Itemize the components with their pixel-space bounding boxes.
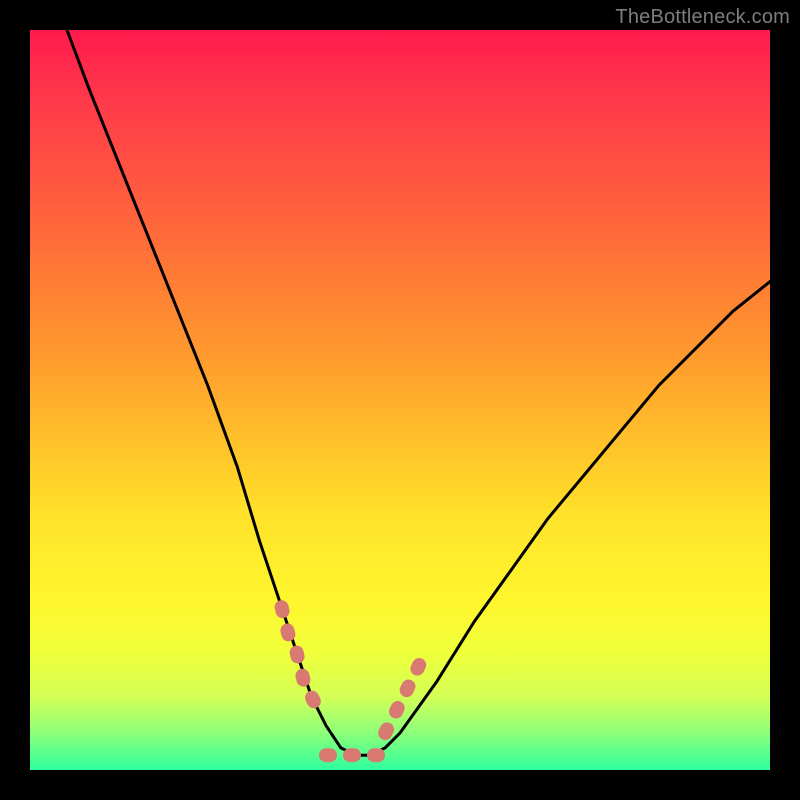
plot-area: [30, 30, 770, 770]
curve-layer: [30, 30, 770, 770]
chart-frame: TheBottleneck.com: [0, 0, 800, 800]
bottleneck-curve: [67, 30, 770, 755]
watermark-text: TheBottleneck.com: [615, 6, 790, 29]
marker-band-right: [385, 659, 422, 733]
